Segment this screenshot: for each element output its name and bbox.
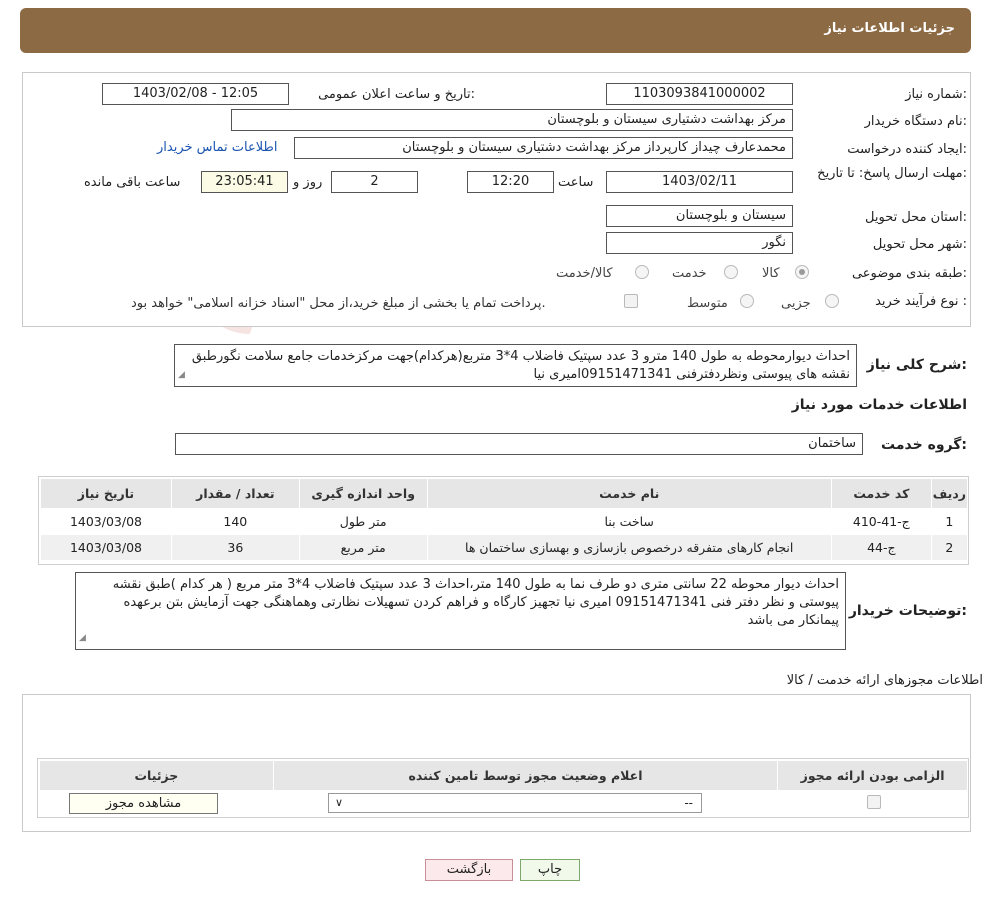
buyer-org-label: نام دستگاه خریدار: <box>864 114 967 129</box>
category-radio-goods[interactable] <box>795 265 809 279</box>
services-table-header: ردیف کد خدمت نام خدمت واحد اندازه گیری ت… <box>40 478 969 509</box>
page-header: جزئیات اطلاعات نیاز <box>20 8 971 53</box>
category-goods-service-label: کالا/خدمت <box>556 266 613 281</box>
cell-need-date: 1403/03/08 <box>40 534 172 561</box>
service-group-field: ساختمان <box>175 433 863 455</box>
license-required-checkbox <box>867 795 881 809</box>
cell-unit: متر طول <box>298 508 428 535</box>
buyer-contact-link[interactable]: اطلاعات تماس خریدار <box>157 140 277 155</box>
col-header-unit: واحد اندازه گیری <box>298 478 428 509</box>
view-license-button[interactable]: مشاهده مجوز <box>69 793 218 814</box>
days-label: روز و <box>293 175 323 190</box>
province-field: سیستان و بلوچستان <box>606 205 793 227</box>
buyer-org-field: مرکز بهداشت دشتیاری سیستان و بلوچستان <box>231 109 793 131</box>
cell-row-number: 1 <box>930 508 969 535</box>
treasury-checkbox[interactable] <box>624 294 638 308</box>
print-button[interactable]: چاپ <box>520 859 580 881</box>
col-header-row-number: ردیف <box>930 478 969 509</box>
general-desc-field[interactable]: احداث دیوارمحوطه به طول 140 مترو 3 عدد س… <box>174 344 857 387</box>
licenses-heading: اطلاعات مجوزهای ارائه خدمت / کالا <box>786 673 983 688</box>
buyer-notes-text: احداث دیوار محوطه 22 سانتی متری دو طرف ن… <box>112 577 839 628</box>
cell-row-number: 2 <box>930 534 969 561</box>
col-header-need-date: تاریخ نیاز <box>40 478 172 509</box>
resize-grip-icon: ◢ <box>178 370 185 380</box>
col-header-license-status: اعلام وضعیت مجوز توسط تامین کننده <box>272 760 779 791</box>
cell-quantity: 36 <box>170 534 300 561</box>
city-label: شهر محل تحویل: <box>872 237 967 252</box>
service-group-label: گروه خدمت: <box>881 437 967 453</box>
deadline-time-label: ساعت <box>558 175 594 190</box>
col-header-license-required: الزامی بودن ارائه مجوز <box>777 760 968 791</box>
services-table: ردیف کد خدمت نام خدمت واحد اندازه گیری ت… <box>40 478 969 561</box>
resize-grip-icon: ◢ <box>79 633 86 643</box>
cell-service-name: ساخت بنا <box>426 508 832 535</box>
category-goods-label: کالا <box>762 266 780 281</box>
category-radio-service[interactable] <box>724 265 738 279</box>
col-header-license-details: جزئیات <box>39 760 274 791</box>
deadline-label: مهلت ارسال پاسخ: تا تاریخ: <box>817 166 967 181</box>
deadline-date-field: 1403/02/11 <box>606 171 793 193</box>
cell-unit: متر مربع <box>298 534 428 561</box>
treasury-note: پرداخت تمام یا بخشی از مبلغ خرید،از محل … <box>131 296 546 311</box>
col-header-service-code: کد خدمت <box>830 478 932 509</box>
category-label: طبقه بندی موضوعی: <box>851 266 967 281</box>
remaining-label: ساعت باقی مانده <box>84 175 181 190</box>
need-number-label: شماره نیاز: <box>905 87 967 102</box>
license-table-header: الزامی بودن ارائه مجوز اعلام وضعیت مجوز … <box>39 760 968 791</box>
remaining-time-field: 23:05:41 <box>201 171 288 193</box>
requester-field: محمدعارف چیداز کارپرداز مرکز بهداشت دشتی… <box>294 137 793 159</box>
cell-need-date: 1403/03/08 <box>40 508 172 535</box>
requester-label: ایجاد کننده درخواست: <box>847 142 967 157</box>
purchase-minor-label: جزیی <box>781 296 811 311</box>
license-status-select[interactable]: -- ∨ <box>328 793 702 813</box>
cell-service-code: ج-41-410 <box>830 508 932 535</box>
city-field: نگور <box>606 232 793 254</box>
purchase-radio-medium[interactable] <box>740 294 754 308</box>
need-number-field: 1103093841000002 <box>606 83 793 105</box>
category-service-label: خدمت <box>672 266 707 281</box>
col-header-quantity: تعداد / مقدار <box>170 478 300 509</box>
page-title: جزئیات اطلاعات نیاز <box>824 21 955 36</box>
announce-datetime-field: 1403/02/08 - 12:05 <box>102 83 289 105</box>
province-label: استان محل تحویل: <box>865 210 967 225</box>
category-radio-goods-service[interactable] <box>635 265 649 279</box>
deadline-time-field: 12:20 <box>467 171 554 193</box>
purchase-type-label: نوع فرآیند خرید : <box>875 294 967 309</box>
cell-quantity: 140 <box>170 508 300 535</box>
chevron-down-icon: ∨ <box>335 796 344 809</box>
cell-service-name: انجام کارهای متفرقه درخصوص بازسازی و بهس… <box>426 534 832 561</box>
col-header-service-name: نام خدمت <box>426 478 832 509</box>
general-desc-label: شرح کلی نیاز: <box>866 357 967 373</box>
general-desc-text: احداث دیوارمحوطه به طول 140 مترو 3 عدد س… <box>191 349 850 382</box>
buyer-notes-label: توضیحات خریدار: <box>848 603 967 619</box>
buyer-notes-field[interactable]: احداث دیوار محوطه 22 سانتی متری دو طرف ن… <box>75 572 846 650</box>
purchase-radio-minor[interactable] <box>825 294 839 308</box>
table-row: 2 ج-44 انجام کارهای متفرقه درخصوص بازساز… <box>40 534 969 561</box>
table-row: 1 ج-41-410 ساخت بنا متر طول 140 1403/03/… <box>40 508 969 535</box>
back-button[interactable]: بازگشت <box>425 859 513 881</box>
license-status-value: -- <box>684 796 693 810</box>
purchase-medium-label: متوسط <box>687 296 728 311</box>
days-field: 2 <box>331 171 418 193</box>
announce-datetime-label: تاریخ و ساعت اعلان عمومی: <box>318 87 475 102</box>
cell-service-code: ج-44 <box>830 534 932 561</box>
services-info-heading: اطلاعات خدمات مورد نیاز <box>791 397 967 413</box>
